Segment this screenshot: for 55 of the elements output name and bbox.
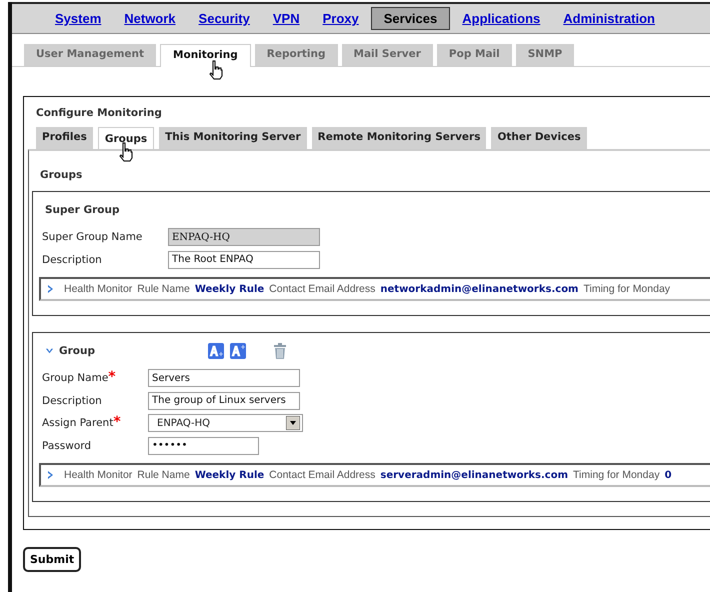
section-title: Configure Monitoring (36, 107, 163, 119)
hand-cursor-icon (209, 60, 224, 80)
sub-tab[interactable]: SNMP (516, 44, 574, 66)
submit-button[interactable]: Submit (23, 547, 82, 572)
input-field[interactable]: Servers (148, 369, 300, 388)
parent-dropdown[interactable]: ENPAQ-HQ (148, 414, 303, 432)
email-value: networkadmin@elinanetworks.com (380, 284, 578, 294)
field-label: Assign Parent* (42, 417, 122, 430)
menu-tab[interactable]: Network (113, 8, 187, 29)
menu-tab[interactable]: Security (188, 8, 261, 29)
field-label: Super Group Name (42, 231, 144, 244)
add-child-icon[interactable] (208, 343, 224, 359)
menu-tab[interactable]: Administration (552, 8, 666, 29)
tab[interactable]: Remote Monitoring Servers (312, 127, 486, 149)
required-mark: * (113, 414, 121, 430)
chevron-icon[interactable] (45, 346, 54, 356)
menu-tab[interactable]: Services (370, 7, 450, 30)
field-label: Password (42, 440, 92, 452)
timing-label: Timing for Monday (573, 469, 660, 481)
password-field[interactable]: •••••• (148, 436, 259, 455)
menu-tab[interactable]: Proxy (312, 8, 370, 29)
monitor-label: Health Monitor (64, 469, 132, 481)
panel-title: Groups (40, 169, 84, 181)
tab[interactable]: Profiles (36, 127, 93, 149)
rule-label: Rule Name (137, 469, 190, 481)
trash-icon[interactable] (273, 343, 288, 359)
required-mark: * (108, 369, 116, 386)
menu-tab[interactable]: System (44, 8, 112, 29)
email-value: serveradmin@elinanetworks.com (380, 470, 568, 480)
field-label: Description (42, 254, 103, 266)
group-title: Super Group (45, 204, 120, 216)
field-label: Description (42, 394, 103, 407)
input-field[interactable]: The Root ENPAQ (168, 250, 320, 269)
email-label: Contact Email Address (269, 469, 376, 481)
timing-label: Timing for Monday (583, 283, 670, 295)
readonly-field[interactable]: ENPAQ-HQ (168, 228, 320, 246)
tab[interactable]: This Monitoring Server (159, 127, 307, 149)
tab[interactable]: Other Devices (491, 127, 587, 149)
group-title: Group (59, 345, 96, 357)
monitor-label: Health Monitor (64, 283, 132, 295)
rule-value: Weekly Rule (194, 284, 264, 294)
sub-tab[interactable]: Pop Mail (436, 44, 512, 66)
add-sibling-icon[interactable] (230, 343, 246, 359)
rule-label: Rule Name (137, 283, 190, 295)
dropdown-arrow-icon[interactable] (286, 416, 300, 430)
menu-tab[interactable]: Applications (451, 8, 552, 29)
email-label: Contact Email Address (269, 283, 376, 295)
rule-value: Weekly Rule (194, 470, 264, 480)
sub-tab[interactable]: User Management (24, 44, 156, 66)
field-label: Group Name* (42, 372, 117, 384)
input-field[interactable]: The group of Linux servers (148, 392, 300, 410)
sub-tab[interactable]: Mail Server (342, 44, 433, 66)
sub-tab[interactable]: Reporting (254, 44, 338, 66)
timing-value: 0 (664, 470, 672, 480)
menu-tab[interactable]: VPN (262, 8, 311, 29)
